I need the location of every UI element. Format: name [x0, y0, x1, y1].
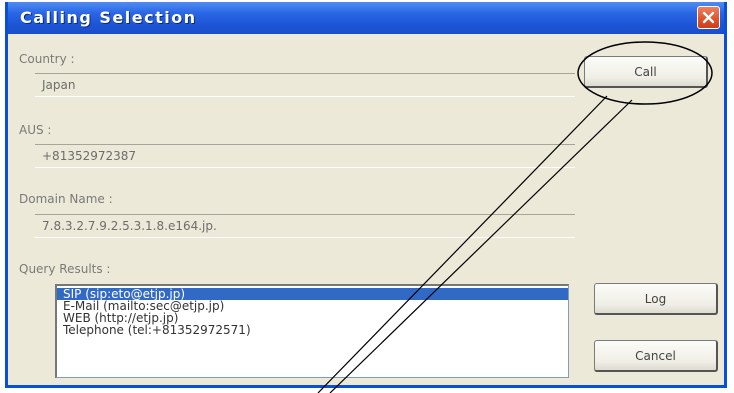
- query-results-label: Query Results :: [19, 262, 111, 276]
- call-button[interactable]: Call: [584, 56, 708, 88]
- query-results-list[interactable]: SIP (sip:eto@etjp.jp) E-Mail (mailto:sec…: [55, 284, 569, 378]
- close-button[interactable]: [697, 6, 720, 29]
- domain-field: 7.8.3.2.7.9.2.5.3.1.8.e164.jp.: [35, 214, 575, 238]
- country-label: Country :: [19, 52, 75, 66]
- country-field: Japan: [35, 73, 575, 97]
- title-bar[interactable]: Calling Selection: [8, 2, 724, 34]
- aus-label: AUS :: [19, 123, 52, 137]
- log-button[interactable]: Log: [594, 283, 718, 315]
- domain-label: Domain Name :: [19, 192, 113, 206]
- aus-field: +81352972387: [35, 144, 575, 168]
- close-icon: [702, 11, 715, 24]
- window-title: Calling Selection: [20, 8, 197, 27]
- list-item[interactable]: Telephone (tel:+81352972571): [57, 324, 568, 336]
- dialog-window: Calling Selection Country : Japan AUS : …: [5, 2, 727, 388]
- cancel-button[interactable]: Cancel: [594, 340, 718, 372]
